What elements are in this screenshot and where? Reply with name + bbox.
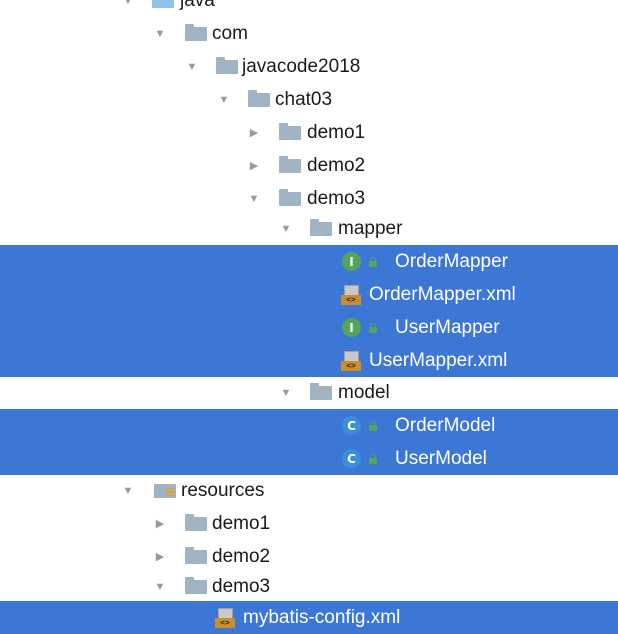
expand-arrow-icon[interactable]: ▼: [246, 182, 262, 215]
lock-icon: [367, 256, 379, 268]
lock-icon: [367, 453, 379, 465]
tree-node-javacode2018[interactable]: ▼ javacode2018: [0, 50, 618, 83]
collapsed-arrow-icon[interactable]: ▶: [152, 507, 168, 540]
tree-node-label: OrderMapper: [395, 251, 508, 272]
package-folder-icon: [185, 17, 207, 50]
tree-node-ordermapper[interactable]: I OrderMapper: [0, 245, 618, 278]
class-badge: C: [342, 416, 361, 435]
tree-node-label: UserMapper: [395, 317, 500, 338]
tree-node-label: com: [212, 23, 248, 44]
collapsed-arrow-icon[interactable]: ▶: [246, 116, 262, 149]
tree-node-label: UserMapper.xml: [369, 350, 508, 371]
tree-node-label: java: [180, 0, 215, 11]
tree-node-mapper[interactable]: ▼ mapper: [0, 212, 618, 245]
tree-node-res-demo2[interactable]: ▶ demo2: [0, 540, 618, 573]
tree-node-com[interactable]: ▼ com: [0, 17, 618, 50]
tree-node-chat03[interactable]: ▼ chat03: [0, 83, 618, 116]
tree-node-ordermodel[interactable]: C OrderModel: [0, 409, 618, 442]
tree-node-label: demo2: [307, 155, 366, 176]
collapsed-arrow-icon[interactable]: ▶: [152, 540, 168, 573]
folder-icon: [185, 540, 207, 573]
package-folder-icon: [279, 149, 301, 182]
tree-node-label: UserModel: [395, 448, 487, 469]
folder-icon: [185, 570, 207, 603]
expand-arrow-icon[interactable]: ▼: [152, 570, 168, 603]
xml-file-icon: <>: [214, 601, 236, 634]
tree-node-demo3[interactable]: ▼ demo3: [0, 182, 618, 215]
tree-node-usermapper[interactable]: I UserMapper: [0, 311, 618, 344]
tree-node-resources[interactable]: ▼ resources: [0, 474, 618, 507]
expand-arrow-icon[interactable]: ▼: [278, 376, 294, 409]
class-icon: C: [342, 409, 379, 442]
folder-icon: [185, 507, 207, 540]
resources-folder-icon: [154, 474, 176, 507]
tree-node-label: model: [338, 382, 390, 403]
tree-node-label: demo1: [307, 122, 366, 143]
tree-node-label: OrderMapper.xml: [369, 284, 516, 305]
expand-arrow-icon[interactable]: ▼: [184, 50, 200, 83]
tree-node-java[interactable]: ▼ java: [0, 0, 618, 17]
package-folder-icon: [248, 83, 270, 116]
tree-node-label: mybatis-config.xml: [243, 607, 401, 628]
interface-badge: I: [342, 252, 361, 271]
collapsed-arrow-icon[interactable]: ▶: [246, 149, 262, 182]
tree-node-label: javacode2018: [242, 56, 361, 77]
package-folder-icon: [279, 182, 301, 215]
xml-file-icon: <>: [340, 344, 362, 377]
xml-file-icon: <>: [340, 278, 362, 311]
package-folder-icon: [310, 376, 332, 409]
lock-icon: [367, 420, 379, 432]
tree-node-demo1[interactable]: ▶ demo1: [0, 116, 618, 149]
tree-node-label: demo2: [212, 546, 271, 567]
interface-icon: I: [342, 245, 379, 278]
tree-node-model[interactable]: ▼ model: [0, 376, 618, 409]
interface-badge: I: [342, 318, 361, 337]
expand-arrow-icon[interactable]: ▼: [278, 212, 294, 245]
tree-node-label: OrderModel: [395, 415, 496, 436]
tree-node-label: mapper: [338, 218, 403, 239]
lock-icon: [367, 322, 379, 334]
tree-node-mybatis-config[interactable]: <> mybatis-config.xml: [0, 601, 618, 634]
tree-node-res-demo3[interactable]: ▼ demo3: [0, 570, 618, 603]
tree-node-res-demo1[interactable]: ▶ demo1: [0, 507, 618, 540]
expand-arrow-icon[interactable]: ▼: [152, 17, 168, 50]
tree-node-label: resources: [181, 480, 265, 501]
class-badge: C: [342, 449, 361, 468]
project-tree: ▼ java ▼ com ▼ javacode2018 ▼ chat03 ▶ d…: [0, 0, 618, 634]
tree-node-label: demo1: [212, 513, 271, 534]
tree-node-label: demo3: [212, 576, 271, 597]
tree-node-usermapper-xml[interactable]: <> UserMapper.xml: [0, 344, 618, 377]
expand-arrow-icon[interactable]: ▼: [216, 83, 232, 116]
interface-icon: I: [342, 311, 379, 344]
package-folder-icon: [310, 212, 332, 245]
tree-node-label: demo3: [307, 188, 366, 209]
tree-node-usermodel[interactable]: C UserModel: [0, 442, 618, 475]
expand-arrow-icon[interactable]: ▼: [120, 0, 136, 17]
expand-arrow-icon[interactable]: ▼: [120, 474, 136, 507]
tree-node-demo2[interactable]: ▶ demo2: [0, 149, 618, 182]
package-folder-icon: [279, 116, 301, 149]
source-folder-icon: [152, 0, 174, 17]
tree-node-ordermapper-xml[interactable]: <> OrderMapper.xml: [0, 278, 618, 311]
package-folder-icon: [216, 50, 238, 83]
class-icon: C: [342, 442, 379, 475]
tree-node-label: chat03: [275, 89, 333, 110]
